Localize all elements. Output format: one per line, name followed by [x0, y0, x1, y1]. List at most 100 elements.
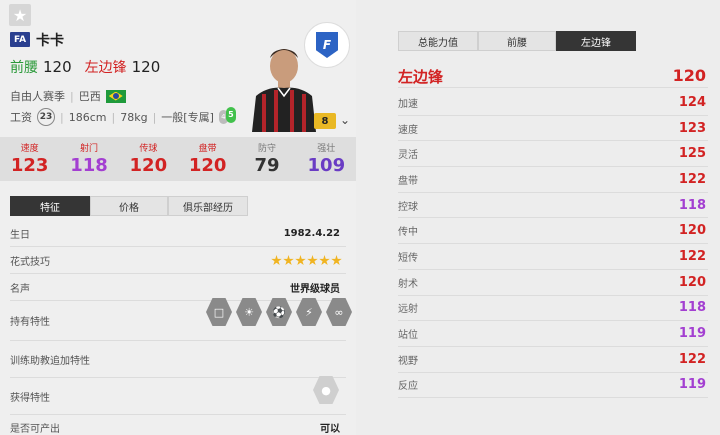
skill-moves-row: 花式技巧: [10, 247, 346, 274]
weight: 78kg: [120, 110, 148, 124]
birthday-row: 生日 1982.4.22: [10, 220, 346, 247]
detailed-ratings-list: 加速 124 速度 123 灵活 125 盘带 122 控球 118 传中 120 短传 122 射术 120…: [398, 90, 708, 399]
brazil-flag-icon: [105, 89, 126, 103]
pos1-value: 120: [43, 58, 72, 76]
info-list: 生日 1982.4.22 花式技巧 名声 世界级球员 持有特性 训练助教追加特性: [10, 220, 346, 435]
upgrade-level-badge[interactable]: 8: [314, 113, 336, 129]
trait-goal-icon[interactable]: □: [206, 298, 232, 326]
rating-label: 射术: [398, 278, 418, 290]
position-line: 前腰 120 左边锋 120: [10, 57, 160, 77]
rating-row: 加速 124: [398, 90, 708, 116]
star-icon: [283, 255, 294, 266]
attribute-label: 射门: [79, 144, 98, 154]
attribute-label: 速度: [20, 144, 39, 154]
position-rating-label: 左边锋: [398, 68, 444, 86]
rating-row: 速度 123: [398, 116, 708, 142]
rating-row: 站位 119: [398, 321, 708, 347]
position-rating-value: 120: [672, 66, 706, 85]
star-icon: [307, 255, 318, 266]
attribute-4: 防守 79: [237, 137, 296, 181]
tab-traits[interactable]: 特征: [10, 196, 90, 216]
attribute-1: 射门 118: [59, 137, 118, 181]
rating-row: 短传 122: [398, 244, 708, 270]
producible-label: 是否可产出: [10, 424, 60, 435]
trait-icons: □ ☀ ⚽ ⚡ ∞: [206, 298, 352, 326]
attribute-label: 强壮: [317, 144, 336, 154]
foot-skill-icon: 4 5: [218, 107, 236, 127]
rating-value: 122: [678, 351, 706, 367]
producible-value: 可以: [320, 424, 340, 435]
fame-row: 名声 世界级球员: [10, 274, 346, 301]
rating-label: 远射: [398, 304, 418, 316]
rating-row: 视野 122: [398, 347, 708, 373]
player-card-panel: ★ FA 卡卡 前腰 120 左边锋 120 自由人赛季 | 巴西 工资 23 …: [0, 0, 356, 435]
rating-row: 控球 118: [398, 193, 708, 219]
trait-flair-icon[interactable]: ☀: [236, 298, 262, 326]
left-tab-bar: 特征 价格 俱乐部经历: [10, 196, 248, 216]
rating-value: 118: [678, 197, 706, 213]
rating-value: 120: [678, 274, 706, 290]
coach-traits-label: 训练助教追加特性: [10, 355, 90, 367]
tab-lw[interactable]: 左边锋: [556, 31, 636, 51]
club-logo: F: [304, 22, 350, 68]
attribute-3: 盘带 120: [178, 137, 237, 181]
attribute-0: 速度 123: [0, 137, 59, 181]
rating-label: 反应: [398, 381, 418, 393]
star-icon: [295, 255, 306, 266]
pos2-value: 120: [131, 58, 161, 76]
rating-row: 射术 120: [398, 270, 708, 296]
attribute-value: 123: [10, 155, 49, 176]
acquired-traits-row: 获得特性: [10, 377, 346, 415]
trait-dribble-icon[interactable]: ⚽: [266, 298, 292, 326]
attribute-label: 传球: [139, 144, 158, 154]
rating-value: 125: [678, 146, 706, 162]
chevron-down-icon[interactable]: ⌄: [340, 113, 350, 127]
attribute-value: 79: [254, 155, 280, 176]
rating-label: 加速: [398, 98, 418, 110]
nationality: 巴西: [78, 90, 101, 103]
attribute-value: 118: [70, 155, 108, 176]
trait-shot-icon[interactable]: ⚡: [296, 298, 322, 326]
rating-row: 传中 120: [398, 218, 708, 245]
attribute-value: 109: [307, 155, 346, 176]
star-icon: [331, 255, 342, 266]
rating-value: 124: [678, 94, 706, 110]
tab-price[interactable]: 价格: [90, 196, 168, 216]
rating-value: 119: [678, 377, 706, 393]
wage-label: 工资: [10, 111, 32, 124]
rating-label: 视野: [398, 355, 418, 367]
rating-label: 站位: [398, 330, 418, 342]
trait-playmaker-icon[interactable]: ∞: [326, 298, 352, 326]
rating-value: 119: [678, 326, 706, 342]
tab-overall[interactable]: 总能力值: [398, 31, 478, 51]
tab-club-history[interactable]: 俱乐部经历: [168, 196, 248, 216]
wage-value: 23: [37, 108, 55, 126]
rating-value: 120: [678, 223, 706, 239]
club-shield-icon: F: [316, 32, 338, 58]
rating-label: 控球: [398, 201, 418, 213]
rating-row: 盘带 122: [398, 167, 708, 193]
pos2-label: 左边锋: [84, 60, 127, 76]
rating-label: 灵活: [398, 150, 418, 162]
acquired-traits-label: 获得特性: [10, 392, 50, 404]
tab-cam[interactable]: 前腰: [478, 31, 556, 51]
rating-label: 传中: [398, 227, 418, 239]
skill-stars: [271, 255, 342, 266]
favorite-star-button[interactable]: ★: [9, 4, 31, 26]
height: 186cm: [68, 110, 107, 124]
birthday-label: 生日: [10, 229, 30, 241]
right-tab-bar: 总能力值 前腰 左边锋: [398, 31, 636, 51]
skill-moves-label: 花式技巧: [10, 256, 50, 268]
producible-row: 是否可产出 可以: [10, 415, 346, 435]
rating-value: 118: [678, 300, 706, 316]
rating-value: 123: [678, 120, 706, 136]
strong-foot-value: 5: [225, 107, 236, 123]
main-attributes: 速度 123 射门 118 传球 120 盘带 120 防守 79 强壮 109: [0, 137, 356, 181]
birthday-value: 1982.4.22: [283, 227, 340, 239]
pos1-label: 前腰: [10, 60, 38, 76]
rating-row: 灵活 125: [398, 141, 708, 168]
season-line: 自由人赛季 | 巴西: [10, 88, 126, 104]
rating-value: 122: [678, 248, 706, 264]
season-name: 自由人赛季: [10, 90, 65, 103]
player-name: 卡卡: [36, 33, 64, 49]
